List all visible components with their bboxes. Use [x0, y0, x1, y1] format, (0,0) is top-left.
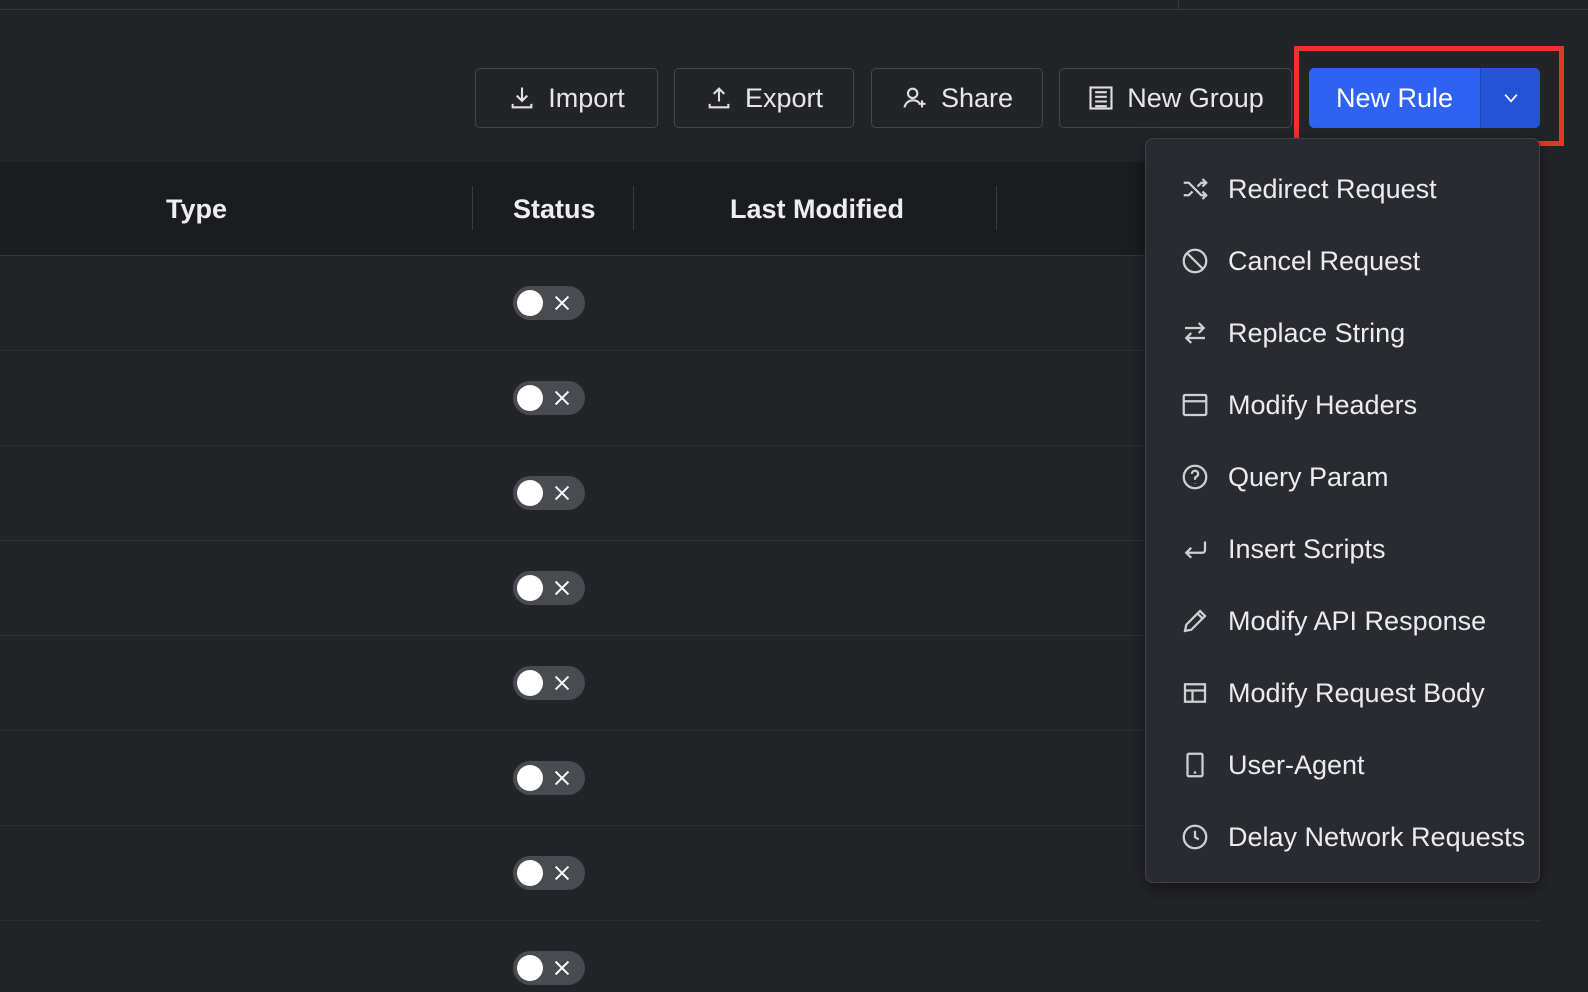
user-add-icon	[903, 87, 926, 108]
status-toggle[interactable]	[513, 286, 585, 320]
menu-item-modify-api-response[interactable]: Modify API Response	[1146, 585, 1541, 657]
ban-icon	[1182, 248, 1208, 274]
menu-item-label: Modify Headers	[1228, 389, 1418, 420]
top-bar-divider	[1178, 0, 1179, 10]
menu-item-label: Redirect Request	[1228, 173, 1437, 204]
status-toggle[interactable]	[513, 666, 585, 700]
pencil-icon	[1183, 609, 1207, 633]
column-header-status[interactable]: Status	[513, 162, 596, 256]
menu-item-modify-headers[interactable]: Modify Headers	[1146, 369, 1541, 441]
menu-item-modify-request-body[interactable]: Modify Request Body	[1146, 657, 1541, 729]
import-button[interactable]: Import	[475, 68, 658, 128]
close-icon	[554, 865, 570, 881]
question-circle-icon	[1182, 464, 1208, 490]
status-toggle[interactable]	[513, 761, 585, 795]
group-icon	[1089, 86, 1113, 110]
new-group-button[interactable]: New Group	[1059, 68, 1292, 128]
status-toggle[interactable]	[513, 476, 585, 510]
new-rule-button[interactable]: New Rule	[1309, 68, 1480, 128]
toggle-knob	[517, 955, 543, 981]
status-toggle[interactable]	[513, 951, 585, 985]
toggle-knob	[517, 290, 543, 316]
toggle-knob	[517, 860, 543, 886]
column-header-last-modified[interactable]: Last Modified	[730, 162, 904, 256]
download-icon	[511, 87, 533, 109]
close-icon	[554, 295, 570, 311]
menu-item-user-agent[interactable]: User-Agent	[1146, 729, 1541, 801]
new-group-label: New Group	[1127, 82, 1264, 113]
menu-item-delay-network-requests[interactable]: Delay Network Requests	[1146, 801, 1541, 873]
status-toggle[interactable]	[513, 856, 585, 890]
menu-item-cancel-request[interactable]: Cancel Request	[1146, 225, 1541, 297]
toggle-knob	[517, 480, 543, 506]
layout-icon	[1183, 683, 1207, 703]
status-toggle[interactable]	[513, 381, 585, 415]
column-separator	[472, 186, 473, 230]
share-button[interactable]: Share	[871, 68, 1043, 128]
menu-item-label: Modify API Response	[1228, 605, 1487, 636]
new-rule-label: New Rule	[1335, 82, 1454, 113]
new-rule-dropdown-toggle[interactable]	[1480, 68, 1540, 128]
rules-page: Import Export Share New Group New Rule T…	[0, 0, 1588, 992]
new-rule-dropdown-menu: Redirect Request Cancel Request Replace …	[1145, 138, 1540, 883]
enter-arrow-icon	[1184, 541, 1207, 559]
close-icon	[554, 770, 570, 786]
status-toggle[interactable]	[513, 571, 585, 605]
close-icon	[554, 960, 570, 976]
toggle-knob	[517, 575, 543, 601]
swap-icon	[1184, 322, 1206, 344]
chevron-down-icon	[1504, 94, 1517, 103]
toggle-knob	[517, 765, 543, 791]
shuffle-icon	[1183, 178, 1208, 200]
menu-item-label: User-Agent	[1228, 749, 1365, 780]
menu-item-insert-scripts[interactable]: Insert Scripts	[1146, 513, 1541, 585]
close-icon	[554, 390, 570, 406]
rules-table-header: Type Status Last Modified	[0, 162, 1148, 256]
column-separator	[633, 186, 634, 230]
top-bar	[0, 0, 1588, 10]
new-rule-split-button: New Rule	[1309, 68, 1540, 128]
export-label: Export	[744, 82, 824, 113]
menu-item-label: Delay Network Requests	[1228, 821, 1526, 852]
menu-item-query-param[interactable]: Query Param	[1146, 441, 1541, 513]
table-row	[0, 921, 1540, 992]
tablet-icon	[1186, 752, 1204, 778]
menu-item-label: Replace String	[1228, 317, 1406, 348]
menu-item-label: Cancel Request	[1228, 245, 1421, 276]
menu-item-label: Insert Scripts	[1228, 533, 1386, 564]
close-icon	[554, 675, 570, 691]
close-icon	[554, 485, 570, 501]
toggle-knob	[517, 670, 543, 696]
import-label: Import	[548, 82, 625, 113]
menu-item-replace-string[interactable]: Replace String	[1146, 297, 1541, 369]
column-header-type[interactable]: Type	[166, 162, 227, 256]
toggle-knob	[517, 385, 543, 411]
share-label: Share	[940, 82, 1014, 113]
column-separator	[996, 186, 997, 230]
export-button[interactable]: Export	[674, 68, 854, 128]
upload-icon	[708, 87, 730, 109]
clock-icon	[1182, 824, 1208, 850]
menu-item-redirect-request[interactable]: Redirect Request	[1146, 153, 1541, 225]
menu-item-label: Query Param	[1228, 461, 1389, 492]
window-icon	[1182, 393, 1208, 417]
menu-item-label: Modify Request Body	[1228, 677, 1485, 708]
close-icon	[554, 580, 570, 596]
